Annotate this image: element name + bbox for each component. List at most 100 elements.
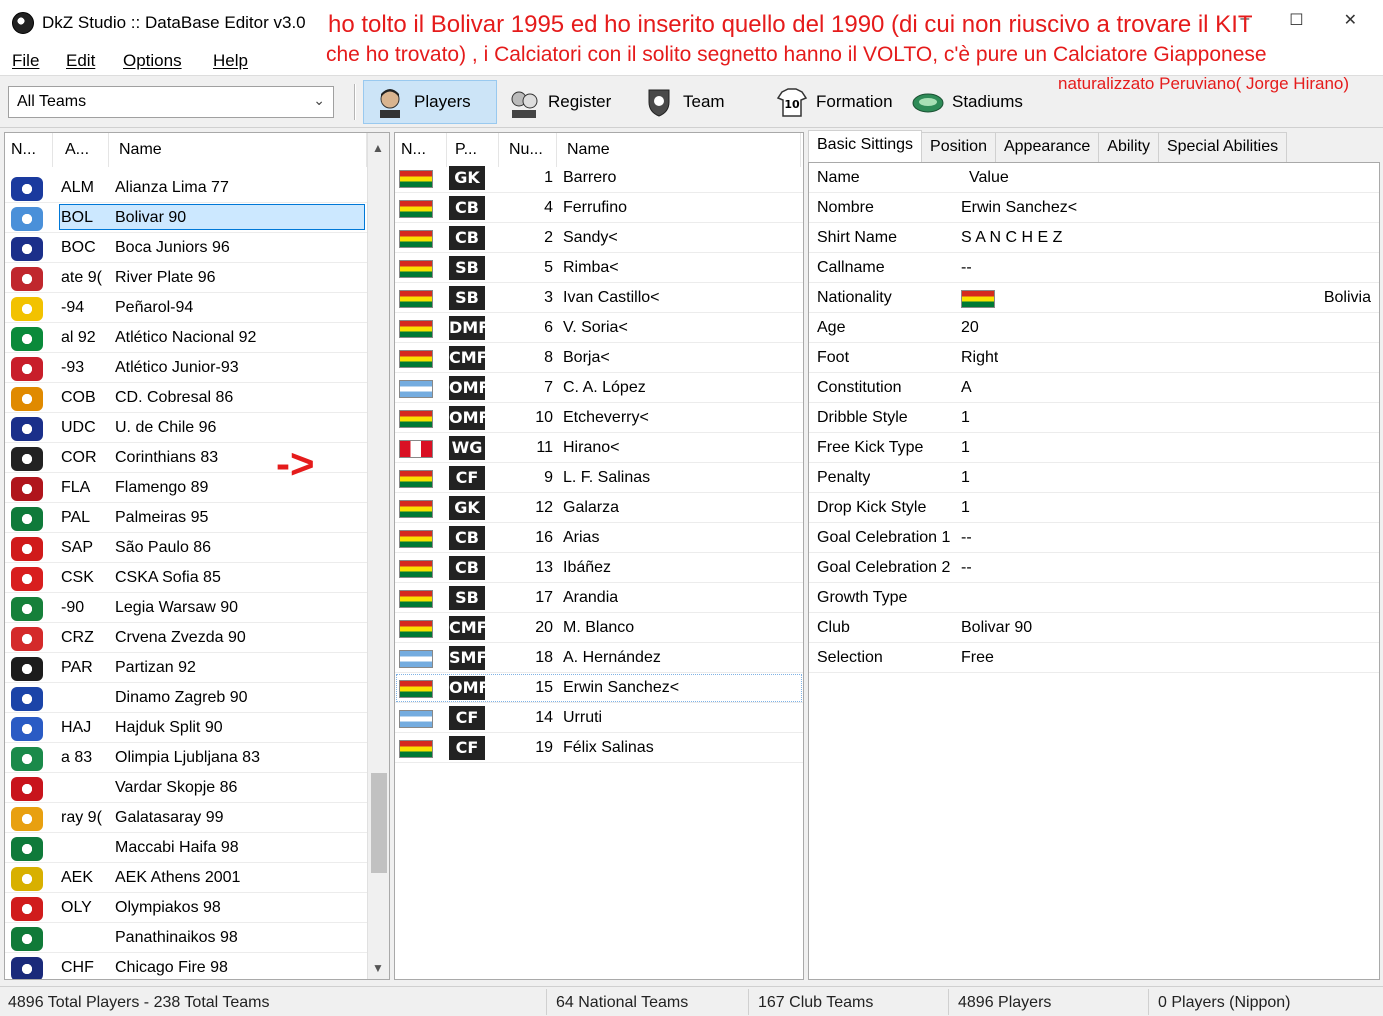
menu-edit[interactable]: Edit bbox=[66, 51, 95, 71]
team-row[interactable]: -90 Legia Warsaw 90 bbox=[5, 593, 389, 623]
close-icon[interactable]: ✕ bbox=[1344, 10, 1357, 30]
player-row[interactable]: CB 2 Sandy< bbox=[395, 223, 803, 253]
team-row[interactable]: SAP São Paulo 86 bbox=[5, 533, 389, 563]
property-row[interactable]: Club Bolivar 90 bbox=[809, 613, 1379, 643]
team-row[interactable]: OLY Olympiakos 98 bbox=[5, 893, 389, 923]
team-row[interactable]: a 83 Olimpia Ljubljana 83 bbox=[5, 743, 389, 773]
nationality-flag-icon bbox=[399, 500, 433, 518]
property-row[interactable]: Goal Celebration 1 -- bbox=[809, 523, 1379, 553]
player-row[interactable]: CMF 8 Borja< bbox=[395, 343, 803, 373]
players-header-nation[interactable]: N... bbox=[395, 133, 447, 167]
player-row[interactable]: DMF 6 V. Soria< bbox=[395, 313, 803, 343]
property-row[interactable]: Callname -- bbox=[809, 253, 1379, 283]
team-row[interactable]: ate 9(River Plate 96 bbox=[5, 263, 389, 293]
player-row[interactable]: OMF 7 C. A. López bbox=[395, 373, 803, 403]
property-row[interactable]: Shirt Name S A N C H E Z bbox=[809, 223, 1379, 253]
menu-file[interactable]: File bbox=[12, 51, 39, 71]
team-row[interactable]: ALM Alianza Lima 77 bbox=[5, 173, 389, 203]
team-row[interactable]: CRZ Crvena Zvezda 90 bbox=[5, 623, 389, 653]
team-crest-icon bbox=[11, 777, 43, 801]
property-row[interactable]: Nationality Bolivia bbox=[809, 283, 1379, 313]
teams-scroll-thumb[interactable] bbox=[371, 773, 387, 873]
property-row[interactable]: Growth Type bbox=[809, 583, 1379, 613]
team-row[interactable]: HAJ Hajduk Split 90 bbox=[5, 713, 389, 743]
team-row[interactable]: Panathinaikos 98 bbox=[5, 923, 389, 953]
player-row[interactable]: CB 4 Ferrufino bbox=[395, 193, 803, 223]
team-name: Boca Juniors 96 bbox=[115, 239, 230, 256]
property-row[interactable]: Penalty 1 bbox=[809, 463, 1379, 493]
team-row[interactable]: CSK CSKA Sofia 85 bbox=[5, 563, 389, 593]
player-row[interactable]: OMF 15 Erwin Sanchez< bbox=[395, 673, 803, 703]
player-row[interactable]: CMF 20 M. Blanco bbox=[395, 613, 803, 643]
scroll-up-icon[interactable]: ▲ bbox=[372, 141, 384, 155]
nationality-flag-icon bbox=[399, 230, 433, 248]
property-row[interactable]: Age 20 bbox=[809, 313, 1379, 343]
register-button[interactable]: Register bbox=[498, 80, 621, 124]
player-row[interactable]: CF 9 L. F. Salinas bbox=[395, 463, 803, 493]
team-row[interactable]: BOL Bolivar 90 bbox=[5, 203, 389, 233]
menu-help[interactable]: Help bbox=[213, 51, 248, 71]
player-row[interactable]: OMF 10 Etcheverry< bbox=[395, 403, 803, 433]
tab-appearance[interactable]: Appearance bbox=[994, 132, 1100, 162]
players-header-name[interactable]: Name bbox=[561, 133, 801, 167]
tab-basic-settings[interactable]: Basic Sittings bbox=[808, 130, 923, 162]
property-row[interactable]: Drop Kick Style 1 bbox=[809, 493, 1379, 523]
team-row[interactable]: PAL Palmeiras 95 bbox=[5, 503, 389, 533]
formation-button[interactable]: 10 Formation bbox=[766, 80, 903, 124]
tab-special-abilities[interactable]: Special Abilities bbox=[1157, 132, 1288, 162]
stadiums-button[interactable]: Stadiums bbox=[902, 80, 1033, 124]
property-row[interactable]: Constitution A bbox=[809, 373, 1379, 403]
team-row[interactable]: CHF Chicago Fire 98 bbox=[5, 953, 389, 979]
tab-ability[interactable]: Ability bbox=[1098, 132, 1159, 162]
team-name: Olimpia Ljubljana 83 bbox=[115, 749, 260, 766]
player-row[interactable]: CB 13 Ibáñez bbox=[395, 553, 803, 583]
property-row[interactable]: Goal Celebration 2 -- bbox=[809, 553, 1379, 583]
property-row[interactable]: Free Kick Type 1 bbox=[809, 433, 1379, 463]
team-row[interactable]: COB CD. Cobresal 86 bbox=[5, 383, 389, 413]
players-header-number[interactable]: Nu... bbox=[503, 133, 557, 167]
players-button[interactable]: Players bbox=[363, 80, 497, 124]
team-abbr: BOC bbox=[61, 239, 96, 256]
nationality-flag-icon bbox=[399, 590, 433, 608]
team-row[interactable]: AEK AEK Athens 2001 bbox=[5, 863, 389, 893]
teams-scrollbar[interactable]: ▲ ▼ bbox=[367, 133, 389, 979]
property-row[interactable]: Nombre Erwin Sanchez< bbox=[809, 193, 1379, 223]
team-row[interactable]: FLA Flamengo 89 bbox=[5, 473, 389, 503]
property-row[interactable]: Selection Free bbox=[809, 643, 1379, 673]
team-row[interactable]: Dinamo Zagreb 90 bbox=[5, 683, 389, 713]
teams-list[interactable]: N... A... Name ALM Alianza Lima 77 BOL Boli… bbox=[4, 132, 390, 980]
player-row[interactable]: GK 12 Galarza bbox=[395, 493, 803, 523]
player-row[interactable]: CF 19 Félix Salinas bbox=[395, 733, 803, 763]
teams-header-nation[interactable]: N... bbox=[5, 133, 53, 167]
player-row[interactable]: SB 17 Arandia bbox=[395, 583, 803, 613]
players-list[interactable]: N... P... Nu... Name GK 1 Barrero CB 4 Ferruf… bbox=[394, 132, 804, 980]
player-row[interactable]: CB 16 Arias bbox=[395, 523, 803, 553]
menu-options[interactable]: Options bbox=[123, 51, 182, 71]
team-row[interactable]: Vardar Skopje 86 bbox=[5, 773, 389, 803]
team-row[interactable]: PAR Partizan 92 bbox=[5, 653, 389, 683]
team-row[interactable]: al 92 Atlético Nacional 92 bbox=[5, 323, 389, 353]
player-row[interactable]: GK 1 Barrero bbox=[395, 163, 803, 193]
player-row[interactable]: SB 3 Ivan Castillo< bbox=[395, 283, 803, 313]
property-row[interactable]: Foot Right bbox=[809, 343, 1379, 373]
team-filter-select[interactable]: All Teams ⌄ bbox=[8, 86, 334, 118]
player-row[interactable]: SB 5 Rimba< bbox=[395, 253, 803, 283]
teams-header-name[interactable]: Name bbox=[113, 133, 367, 167]
team-row[interactable]: UDC U. de Chile 96 bbox=[5, 413, 389, 443]
team-row[interactable]: BOC Boca Juniors 96 bbox=[5, 233, 389, 263]
players-header-position[interactable]: P... bbox=[449, 133, 499, 167]
scroll-down-icon[interactable]: ▼ bbox=[372, 961, 384, 975]
tab-position[interactable]: Position bbox=[921, 132, 996, 162]
team-row[interactable]: -94 Peñarol-94 bbox=[5, 293, 389, 323]
team-row[interactable]: -93 Atlético Junior-93 bbox=[5, 353, 389, 383]
player-row[interactable]: SMF 18 A. Hernández bbox=[395, 643, 803, 673]
team-row[interactable]: Maccabi Haifa 98 bbox=[5, 833, 389, 863]
team-button[interactable]: Team bbox=[633, 80, 735, 124]
player-row[interactable]: WG 11 Hirano< bbox=[395, 433, 803, 463]
property-row[interactable]: Dribble Style 1 bbox=[809, 403, 1379, 433]
team-row[interactable]: ray 9(Galatasaray 99 bbox=[5, 803, 389, 833]
team-row[interactable]: COR Corinthians 83 bbox=[5, 443, 389, 473]
player-row[interactable]: CF 14 Urruti bbox=[395, 703, 803, 733]
maximize-icon[interactable]: ☐ bbox=[1289, 10, 1303, 30]
teams-header-abbr[interactable]: A... bbox=[59, 133, 109, 167]
